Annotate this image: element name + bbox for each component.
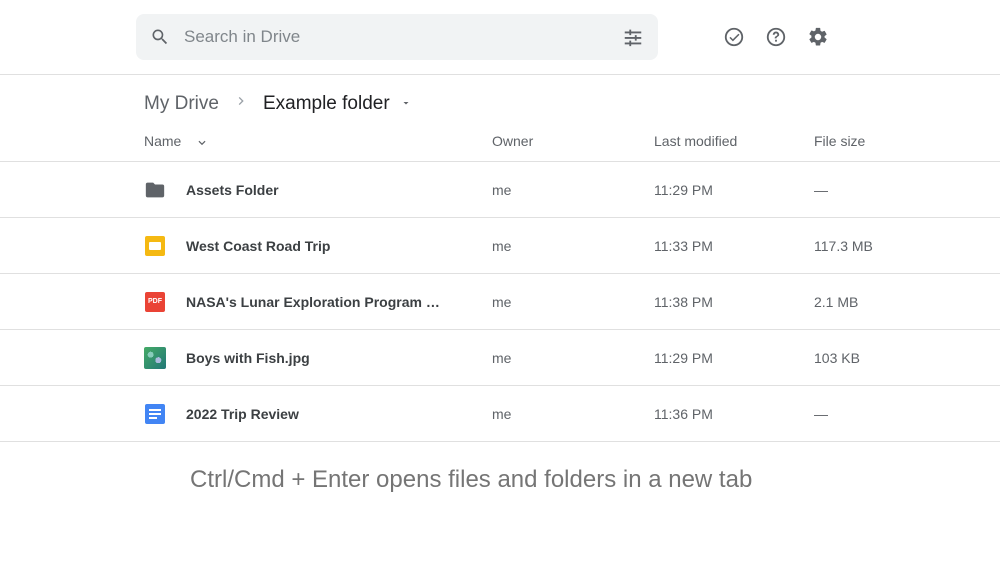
- search-icon: [150, 27, 170, 47]
- cell-name: PDF NASA's Lunar Exploration Program Ov…: [144, 291, 492, 313]
- breadcrumb-root[interactable]: My Drive: [144, 93, 219, 115]
- cell-modified: 11:38 PM: [654, 294, 814, 310]
- file-name: Boys with Fish.jpg: [186, 350, 310, 366]
- column-header-owner[interactable]: Owner: [492, 133, 654, 149]
- table-row[interactable]: Assets Folder me11:29 PM—: [0, 162, 1000, 218]
- cell-size: —: [814, 406, 914, 422]
- cell-size: —: [814, 182, 914, 198]
- check-circle-icon: [723, 26, 745, 48]
- file-name: West Coast Road Trip: [186, 238, 330, 254]
- file-list: Assets Folderme11:29 PM—West Coast Road …: [0, 162, 1000, 442]
- chevron-right-icon: [233, 93, 249, 115]
- column-header-modified[interactable]: Last modified: [654, 133, 814, 149]
- cell-modified: 11:33 PM: [654, 238, 814, 254]
- search-box[interactable]: Search in Drive: [136, 14, 658, 60]
- table-row[interactable]: Boys with Fish.jpg me11:29 PM103 KB: [0, 330, 1000, 386]
- file-name: 2022 Trip Review: [186, 406, 299, 422]
- docs-icon: [144, 403, 166, 425]
- file-name: NASA's Lunar Exploration Program Ov…: [186, 294, 446, 310]
- cell-owner: me: [492, 238, 654, 254]
- pdf-icon: PDF: [144, 291, 166, 313]
- caret-down-icon: [400, 93, 412, 115]
- cell-owner: me: [492, 182, 654, 198]
- topbar: Search in Drive: [0, 0, 1000, 75]
- cell-modified: 11:36 PM: [654, 406, 814, 422]
- table-row[interactable]: West Coast Road Trip me11:33 PM117.3 MB: [0, 218, 1000, 274]
- tune-icon: [622, 26, 644, 48]
- cell-modified: 11:29 PM: [654, 350, 814, 366]
- column-header-name-label: Name: [144, 133, 181, 149]
- cell-modified: 11:29 PM: [654, 182, 814, 198]
- cell-size: 117.3 MB: [814, 238, 914, 254]
- column-header-size[interactable]: File size: [814, 133, 914, 149]
- breadcrumb: My Drive Example folder: [0, 75, 1000, 133]
- help-button[interactable]: [764, 25, 788, 49]
- offline-ready-button[interactable]: [722, 25, 746, 49]
- settings-button[interactable]: [806, 25, 830, 49]
- cell-size: 103 KB: [814, 350, 914, 366]
- arrow-down-icon: [195, 134, 209, 148]
- gear-icon: [807, 26, 829, 48]
- keyboard-hint: Ctrl/Cmd + Enter opens files and folders…: [0, 442, 1000, 494]
- column-header-name[interactable]: Name: [144, 133, 492, 149]
- help-icon: [765, 26, 787, 48]
- table-row[interactable]: 2022 Trip Review me11:36 PM—: [0, 386, 1000, 442]
- search-placeholder: Search in Drive: [184, 27, 608, 47]
- top-actions: [674, 25, 830, 49]
- image-thumbnail: [144, 347, 166, 369]
- file-name: Assets Folder: [186, 182, 279, 198]
- cell-name: Assets Folder: [144, 179, 492, 201]
- cell-owner: me: [492, 294, 654, 310]
- folder-icon: [144, 179, 166, 201]
- breadcrumb-current-label: Example folder: [263, 93, 390, 115]
- cell-size: 2.1 MB: [814, 294, 914, 310]
- slides-icon: [144, 235, 166, 257]
- cell-name: 2022 Trip Review: [144, 403, 492, 425]
- cell-owner: me: [492, 350, 654, 366]
- cell-owner: me: [492, 406, 654, 422]
- table-row[interactable]: PDF NASA's Lunar Exploration Program Ov… m…: [0, 274, 1000, 330]
- column-headers: Name Owner Last modified File size: [0, 133, 1000, 162]
- search-filters-button[interactable]: [622, 26, 644, 48]
- cell-name: Boys with Fish.jpg: [144, 347, 492, 369]
- breadcrumb-current[interactable]: Example folder: [263, 93, 412, 115]
- cell-name: West Coast Road Trip: [144, 235, 492, 257]
